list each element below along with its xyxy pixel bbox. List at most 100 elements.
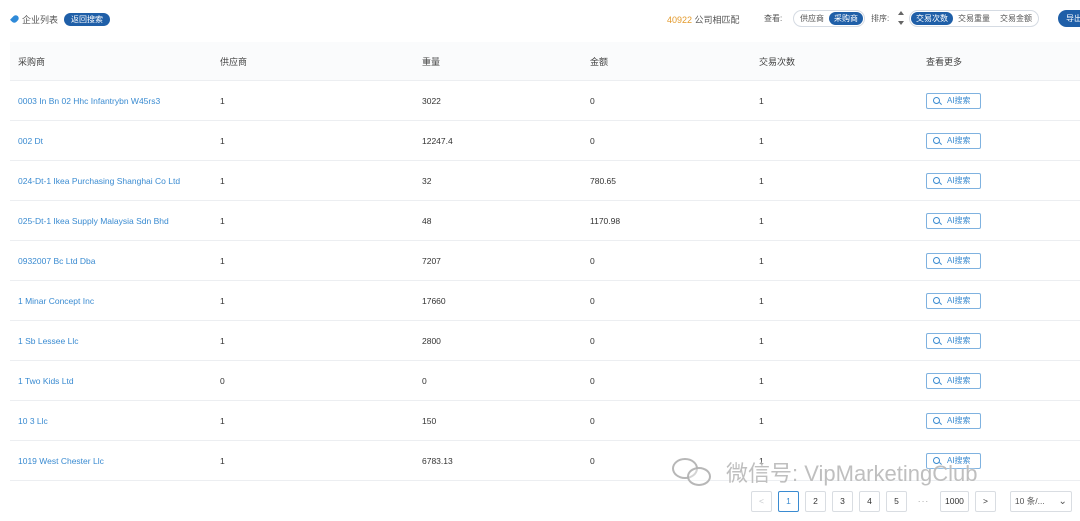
amount-value: 0 xyxy=(590,455,595,466)
page-button-3[interactable]: 3 xyxy=(832,490,853,512)
table-row: 0003 In Bn 02 Hhc Infantrybn W45rs3 1 30… xyxy=(10,81,1080,121)
ai-search-button[interactable]: AI搜索 xyxy=(926,292,981,309)
weight-value: 32 xyxy=(422,175,432,186)
trade-count: 1 xyxy=(759,135,764,146)
buyer-name-link[interactable]: 002 Dt xyxy=(18,121,43,160)
weight-value: 3022 xyxy=(422,95,441,106)
ai-search-button[interactable]: AI搜索 xyxy=(926,172,981,189)
supplier-count: 1 xyxy=(220,135,225,146)
supplier-count: 1 xyxy=(220,175,225,186)
view-toggle: 供应商 采购商 xyxy=(793,10,865,27)
ai-search-label: AI搜索 xyxy=(947,136,971,145)
ai-search-button[interactable]: AI搜索 xyxy=(926,132,981,149)
supplier-count: 1 xyxy=(220,255,225,266)
page-button-5[interactable]: 5 xyxy=(886,490,907,512)
column-header-amount[interactable]: 金额 xyxy=(590,42,608,80)
weight-value: 7207 xyxy=(422,255,441,266)
table-row: 1 Two Kids Ltd 0 0 0 1 AI搜索 xyxy=(10,361,1080,401)
amount-value: 0 xyxy=(590,255,595,266)
view-option-supplier[interactable]: 供应商 xyxy=(795,12,829,25)
ai-search-label: AI搜索 xyxy=(947,376,971,385)
supplier-count: 1 xyxy=(220,415,225,426)
buyer-name-link[interactable]: 1 Minar Concept Inc xyxy=(18,281,94,320)
amount-value: 0 xyxy=(590,415,595,426)
view-label: 查看: xyxy=(764,14,783,23)
ai-search-button[interactable]: AI搜索 xyxy=(926,372,981,389)
page-button-4[interactable]: 4 xyxy=(859,490,880,512)
supplier-count: 1 xyxy=(220,455,225,466)
page-size-select[interactable]: 10 条/... ⌄ xyxy=(1009,490,1072,512)
ai-search-label: AI搜索 xyxy=(947,416,971,425)
wechat-watermark: 微信号: VipMarketingClub xyxy=(672,454,977,490)
table-row: 002 Dt 1 12247.4 0 1 AI搜索 xyxy=(10,121,1080,161)
buyers-table: 采购商 供应商 重量 金额 交易次数 查看更多 0003 In Bn 02 Hh… xyxy=(10,42,1080,481)
sort-option-trade-count[interactable]: 交易次数 xyxy=(911,12,953,25)
column-header-weight[interactable]: 重量 xyxy=(422,42,440,80)
column-header-buyer[interactable]: 采购商 xyxy=(18,42,45,80)
search-icon xyxy=(933,217,940,224)
match-count-number: 40922 xyxy=(667,15,693,25)
match-count: 40922 公司相匹配 xyxy=(667,13,740,26)
sort-label: 排序: xyxy=(871,14,890,23)
buyer-name-link[interactable]: 025-Dt-1 Ikea Supply Malaysia Sdn Bhd xyxy=(18,201,169,240)
amount-value: 0 xyxy=(590,135,595,146)
buyer-name-link[interactable]: 1019 West Chester Llc xyxy=(18,441,104,480)
prev-page-button[interactable]: < xyxy=(751,490,772,512)
ai-search-button[interactable]: AI搜索 xyxy=(926,212,981,229)
buyer-name-link[interactable]: 10 3 Llc xyxy=(18,401,48,440)
supplier-count: 1 xyxy=(220,335,225,346)
more-cell: AI搜索 xyxy=(926,361,981,400)
search-icon xyxy=(933,257,940,264)
ai-search-button[interactable]: AI搜索 xyxy=(926,92,981,109)
ai-search-button[interactable]: AI搜索 xyxy=(926,412,981,429)
buyer-name-link[interactable]: 1 Two Kids Ltd xyxy=(18,361,74,400)
buyer-name-link[interactable]: 1 Sb Lessee Llc xyxy=(18,321,78,360)
trade-count: 1 xyxy=(759,295,764,306)
column-header-supplier[interactable]: 供应商 xyxy=(220,42,247,80)
page-button-1[interactable]: 1 xyxy=(778,490,799,512)
page-ellipsis[interactable]: ··· xyxy=(913,490,934,512)
view-option-buyer[interactable]: 采购商 xyxy=(829,12,863,25)
amount-value: 0 xyxy=(590,295,595,306)
supplier-count: 1 xyxy=(220,95,225,106)
weight-value: 150 xyxy=(422,415,437,426)
weight-value: 12247.4 xyxy=(422,135,453,146)
page-button-last[interactable]: 1000 xyxy=(940,490,969,512)
page-size-value: 10 条/... xyxy=(1014,496,1045,506)
search-icon xyxy=(933,177,940,184)
trade-count: 1 xyxy=(759,335,764,346)
ai-search-label: AI搜索 xyxy=(947,176,971,185)
search-icon xyxy=(933,417,940,424)
page-button-2[interactable]: 2 xyxy=(805,490,826,512)
more-cell: AI搜索 xyxy=(926,401,981,440)
buyer-name-link[interactable]: 024-Dt-1 Ikea Purchasing Shanghai Co Ltd xyxy=(18,161,180,200)
table-row: 1 Sb Lessee Llc 1 2800 0 1 AI搜索 xyxy=(10,321,1080,361)
location-pin-icon xyxy=(10,14,20,24)
trade-count: 1 xyxy=(759,375,764,386)
more-cell: AI搜索 xyxy=(926,161,981,200)
weight-value: 17660 xyxy=(422,295,446,306)
buyer-name-link[interactable]: 0003 In Bn 02 Hhc Infantrybn W45rs3 xyxy=(18,81,160,120)
export-button[interactable]: 导出 xyxy=(1058,10,1080,27)
sort-option-trade-weight[interactable]: 交易重量 xyxy=(953,12,995,25)
table-row: 0932007 Bc Ltd Dba 1 7207 0 1 AI搜索 xyxy=(10,241,1080,281)
ai-search-label: AI搜索 xyxy=(947,296,971,305)
weight-value: 0 xyxy=(422,375,427,386)
next-page-button[interactable]: > xyxy=(974,490,996,512)
amount-value: 0 xyxy=(590,95,595,106)
back-to-search-button[interactable]: 返回搜索 xyxy=(64,12,111,26)
trade-count: 1 xyxy=(759,255,764,266)
table-row: 025-Dt-1 Ikea Supply Malaysia Sdn Bhd 1 … xyxy=(10,201,1080,241)
ai-search-label: AI搜索 xyxy=(947,336,971,345)
amount-value: 0 xyxy=(590,375,595,386)
column-header-trade-count[interactable]: 交易次数 xyxy=(759,42,795,80)
buyer-name-link[interactable]: 0932007 Bc Ltd Dba xyxy=(18,241,96,280)
trade-count: 1 xyxy=(759,415,764,426)
table-header: 采购商 供应商 重量 金额 交易次数 查看更多 xyxy=(10,42,1080,81)
ai-search-button[interactable]: AI搜索 xyxy=(926,332,981,349)
sort-icon[interactable] xyxy=(897,11,905,25)
trade-count: 1 xyxy=(759,95,764,106)
trade-count: 1 xyxy=(759,175,764,186)
sort-option-trade-amount[interactable]: 交易金额 xyxy=(995,12,1037,25)
ai-search-button[interactable]: AI搜索 xyxy=(926,252,981,269)
